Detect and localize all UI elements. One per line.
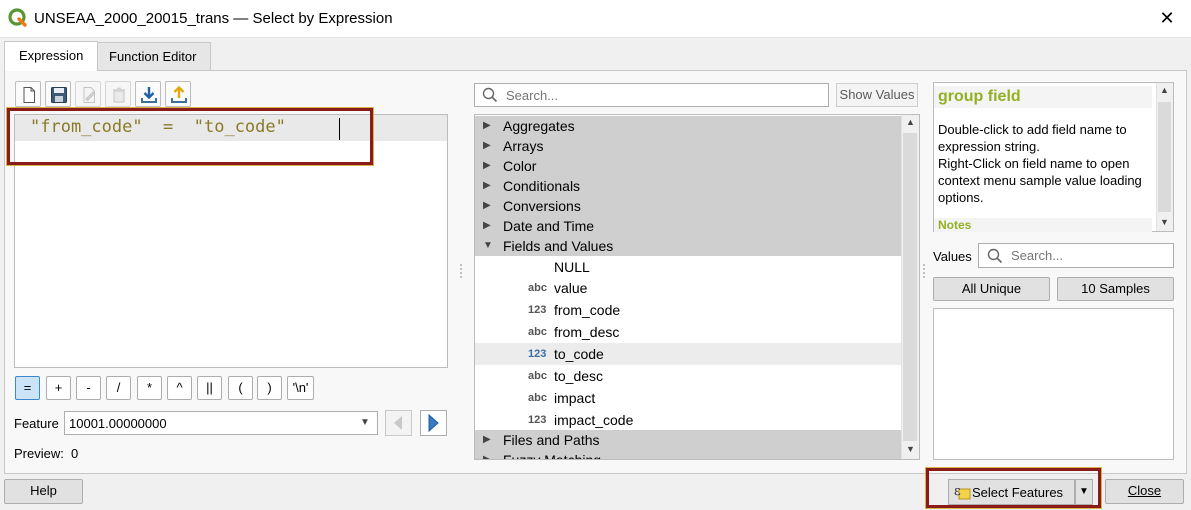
values-search-input[interactable] bbox=[1011, 245, 1169, 266]
tree-field-impact-code[interactable]: 123 impact_code bbox=[475, 409, 901, 431]
window-close-icon[interactable]: ✕ bbox=[1156, 7, 1178, 29]
operator-plus-button[interactable]: + bbox=[46, 376, 71, 400]
chevron-right-icon: ▶ bbox=[483, 220, 491, 231]
edit-button[interactable] bbox=[75, 81, 101, 107]
chevron-right-icon: ▶ bbox=[483, 180, 491, 191]
import-icon bbox=[141, 87, 157, 103]
operator-close-paren-button[interactable]: ) bbox=[257, 376, 282, 400]
all-unique-button[interactable]: All Unique bbox=[933, 277, 1050, 301]
search-icon bbox=[482, 87, 498, 106]
previous-feature-button[interactable] bbox=[385, 410, 412, 436]
ten-samples-button[interactable]: 10 Samples bbox=[1057, 277, 1174, 301]
window-title: UNSEAA_2000_20015_trans — Select by Expr… bbox=[34, 10, 393, 27]
tree-group-conditionals[interactable]: ▶ Conditionals bbox=[475, 176, 901, 196]
function-search-input[interactable] bbox=[506, 84, 824, 106]
operator-multiply-button[interactable]: * bbox=[137, 376, 162, 400]
export-icon bbox=[171, 86, 187, 103]
chevron-down-icon[interactable]: ▼ bbox=[355, 412, 375, 434]
tree-field-from-desc[interactable]: abc from_desc bbox=[475, 321, 901, 343]
chevron-right-icon: ▶ bbox=[483, 160, 491, 171]
tree-group-aggregates[interactable]: ▶ Aggregates bbox=[475, 116, 901, 136]
arrow-right-icon bbox=[428, 413, 439, 433]
operator-newline-button[interactable]: '\n' bbox=[287, 376, 314, 400]
expression-highlight-box bbox=[6, 107, 374, 166]
chevron-right-icon: ▶ bbox=[483, 434, 491, 445]
tree-group-fields-and-values[interactable]: ▼ Fields and Values bbox=[475, 236, 901, 256]
operator-open-paren-button[interactable]: ( bbox=[228, 376, 253, 400]
tree-scrollbar-thumb[interactable] bbox=[903, 133, 917, 441]
feature-label: Feature bbox=[14, 416, 59, 431]
tree-field-to-desc[interactable]: abc to_desc bbox=[475, 365, 901, 387]
tree-field-impact[interactable]: abc impact bbox=[475, 387, 901, 409]
import-button[interactable] bbox=[135, 81, 161, 107]
tree-field-from-code[interactable]: 123 from_code bbox=[475, 299, 901, 321]
qgis-logo-icon bbox=[8, 8, 28, 28]
tree-group-fuzzy-matching[interactable]: ▶Fuzzy Matching bbox=[475, 450, 901, 459]
search-icon bbox=[987, 248, 1003, 267]
splitter-handle-left[interactable] bbox=[460, 264, 462, 278]
scroll-up-icon[interactable]: ▲ bbox=[1160, 85, 1169, 95]
preview-label: Preview: bbox=[14, 446, 64, 461]
save-button[interactable] bbox=[45, 81, 71, 107]
tree-group-files-and-paths[interactable]: ▶ Files and Paths bbox=[475, 430, 901, 450]
help-title: group field bbox=[938, 88, 1021, 105]
help-notes-heading: Notes bbox=[938, 218, 972, 232]
edit-icon bbox=[83, 87, 96, 103]
operator-minus-button[interactable]: - bbox=[76, 376, 101, 400]
operator-equals-button[interactable]: = bbox=[15, 376, 40, 400]
tree-field-null[interactable]: NULL bbox=[475, 256, 901, 278]
delete-button[interactable] bbox=[105, 81, 131, 107]
scroll-down-icon[interactable]: ▼ bbox=[906, 444, 915, 454]
show-values-button[interactable]: Show Values bbox=[836, 83, 918, 107]
scroll-down-icon[interactable]: ▼ bbox=[1160, 217, 1169, 227]
close-button[interactable]: Close bbox=[1105, 479, 1184, 504]
splitter-handle-right[interactable] bbox=[923, 264, 925, 278]
values-list[interactable] bbox=[933, 308, 1174, 460]
chevron-down-icon: ▼ bbox=[483, 240, 493, 251]
chevron-right-icon: ▶ bbox=[483, 120, 491, 131]
new-file-icon bbox=[23, 87, 35, 103]
operator-power-button[interactable]: ^ bbox=[167, 376, 192, 400]
tree-field-value[interactable]: abc value bbox=[475, 277, 901, 299]
next-feature-button[interactable] bbox=[420, 410, 447, 436]
values-label: Values bbox=[933, 249, 972, 264]
operator-concat-button[interactable]: || bbox=[197, 376, 222, 400]
tab-expression[interactable]: Expression bbox=[4, 41, 99, 71]
operator-divide-button[interactable]: / bbox=[106, 376, 131, 400]
help-button[interactable]: Help bbox=[4, 479, 83, 504]
chevron-right-icon: ▶ bbox=[483, 450, 491, 459]
feature-value: 10001.00000000 bbox=[69, 416, 167, 431]
tree-group-date-and-time[interactable]: ▶ Date and Time bbox=[475, 216, 901, 236]
select-features-highlight-box bbox=[925, 467, 1102, 509]
scroll-up-icon[interactable]: ▲ bbox=[906, 117, 915, 127]
tab-function-editor[interactable]: Function Editor bbox=[94, 42, 212, 70]
chevron-right-icon: ▶ bbox=[483, 140, 491, 151]
arrow-left-icon bbox=[394, 416, 402, 430]
chevron-right-icon: ▶ bbox=[483, 200, 491, 211]
save-icon bbox=[51, 87, 67, 103]
delete-icon bbox=[113, 87, 125, 103]
tree-group-color[interactable]: ▶ Color bbox=[475, 156, 901, 176]
tree-group-arrays[interactable]: ▶ Arrays bbox=[475, 136, 901, 156]
tree-field-to-code[interactable]: 123 to_code bbox=[475, 343, 901, 365]
tree-group-conversions[interactable]: ▶ Conversions bbox=[475, 196, 901, 216]
new-file-button[interactable] bbox=[15, 81, 41, 107]
help-scrollbar-thumb[interactable] bbox=[1158, 102, 1171, 212]
help-body: Double-click to add field name to expres… bbox=[938, 122, 1142, 205]
export-button[interactable] bbox=[165, 81, 191, 107]
preview-value: 0 bbox=[71, 446, 79, 461]
